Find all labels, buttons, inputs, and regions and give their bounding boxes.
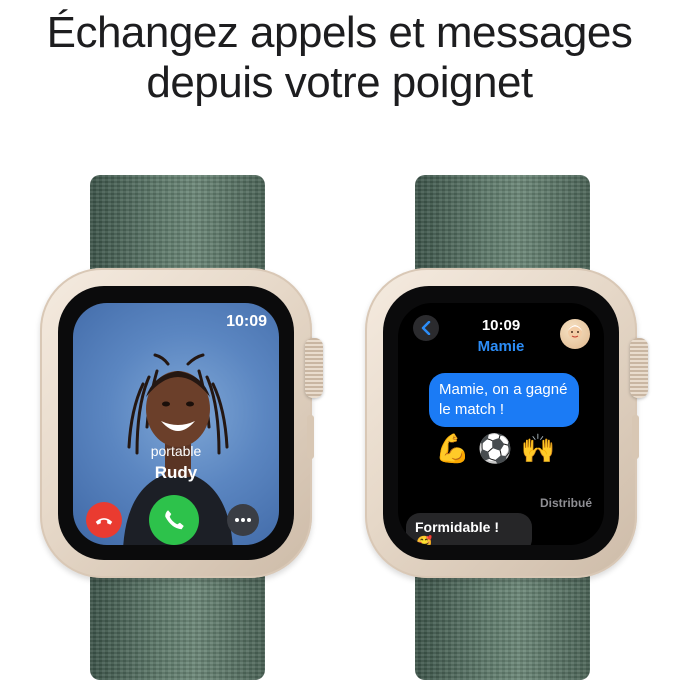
watch-call: 10:09 portable Rudy	[40, 175, 323, 680]
phone-icon	[165, 510, 184, 530]
contact-avatar[interactable]	[560, 319, 590, 349]
ellipsis-icon	[235, 518, 251, 522]
emoji-row: 💪 ⚽ 🙌	[435, 431, 556, 467]
emoji-smiling-hearts: 🥰	[416, 535, 433, 545]
emoji-flexed-biceps[interactable]: 💪	[435, 431, 470, 467]
messages-screen: 10:09 Mamie Mamie, on a gagné le match !…	[398, 303, 604, 545]
emoji-raising-hands[interactable]: 🙌	[521, 431, 556, 467]
watch-band-bottom	[90, 570, 265, 680]
watch-messages: 10:09 Mamie Mamie, on a gagné le match !…	[365, 175, 648, 680]
received-message-text: Formidable !	[415, 519, 500, 535]
phone-hangup-icon	[95, 518, 113, 525]
side-button[interactable]	[632, 415, 639, 459]
emoji-soccer-ball[interactable]: ⚽	[478, 431, 513, 467]
more-options-button[interactable]	[227, 504, 259, 536]
delivery-status: Distribué	[539, 496, 592, 510]
sent-message-bubble[interactable]: Mamie, on a gagné le match !	[429, 373, 579, 427]
headline-line-1: Échangez appels et messages	[46, 8, 633, 57]
page-headline: Échangez appels et messages depuis votre…	[0, 8, 679, 108]
watch-band-bottom	[415, 570, 590, 680]
call-screen: 10:09 portable Rudy	[73, 303, 279, 545]
accept-call-button[interactable]	[149, 495, 199, 545]
caller-label: portable	[150, 443, 202, 459]
caller-name: Rudy	[154, 463, 198, 482]
digital-crown[interactable]	[305, 338, 323, 398]
memoji-avatar-icon	[568, 325, 582, 339]
headline-line-2: depuis votre poignet	[146, 58, 533, 107]
decline-call-button[interactable]	[86, 502, 122, 538]
clock-time: 10:09	[226, 313, 267, 330]
digital-crown[interactable]	[630, 338, 648, 398]
side-button[interactable]	[307, 415, 314, 459]
